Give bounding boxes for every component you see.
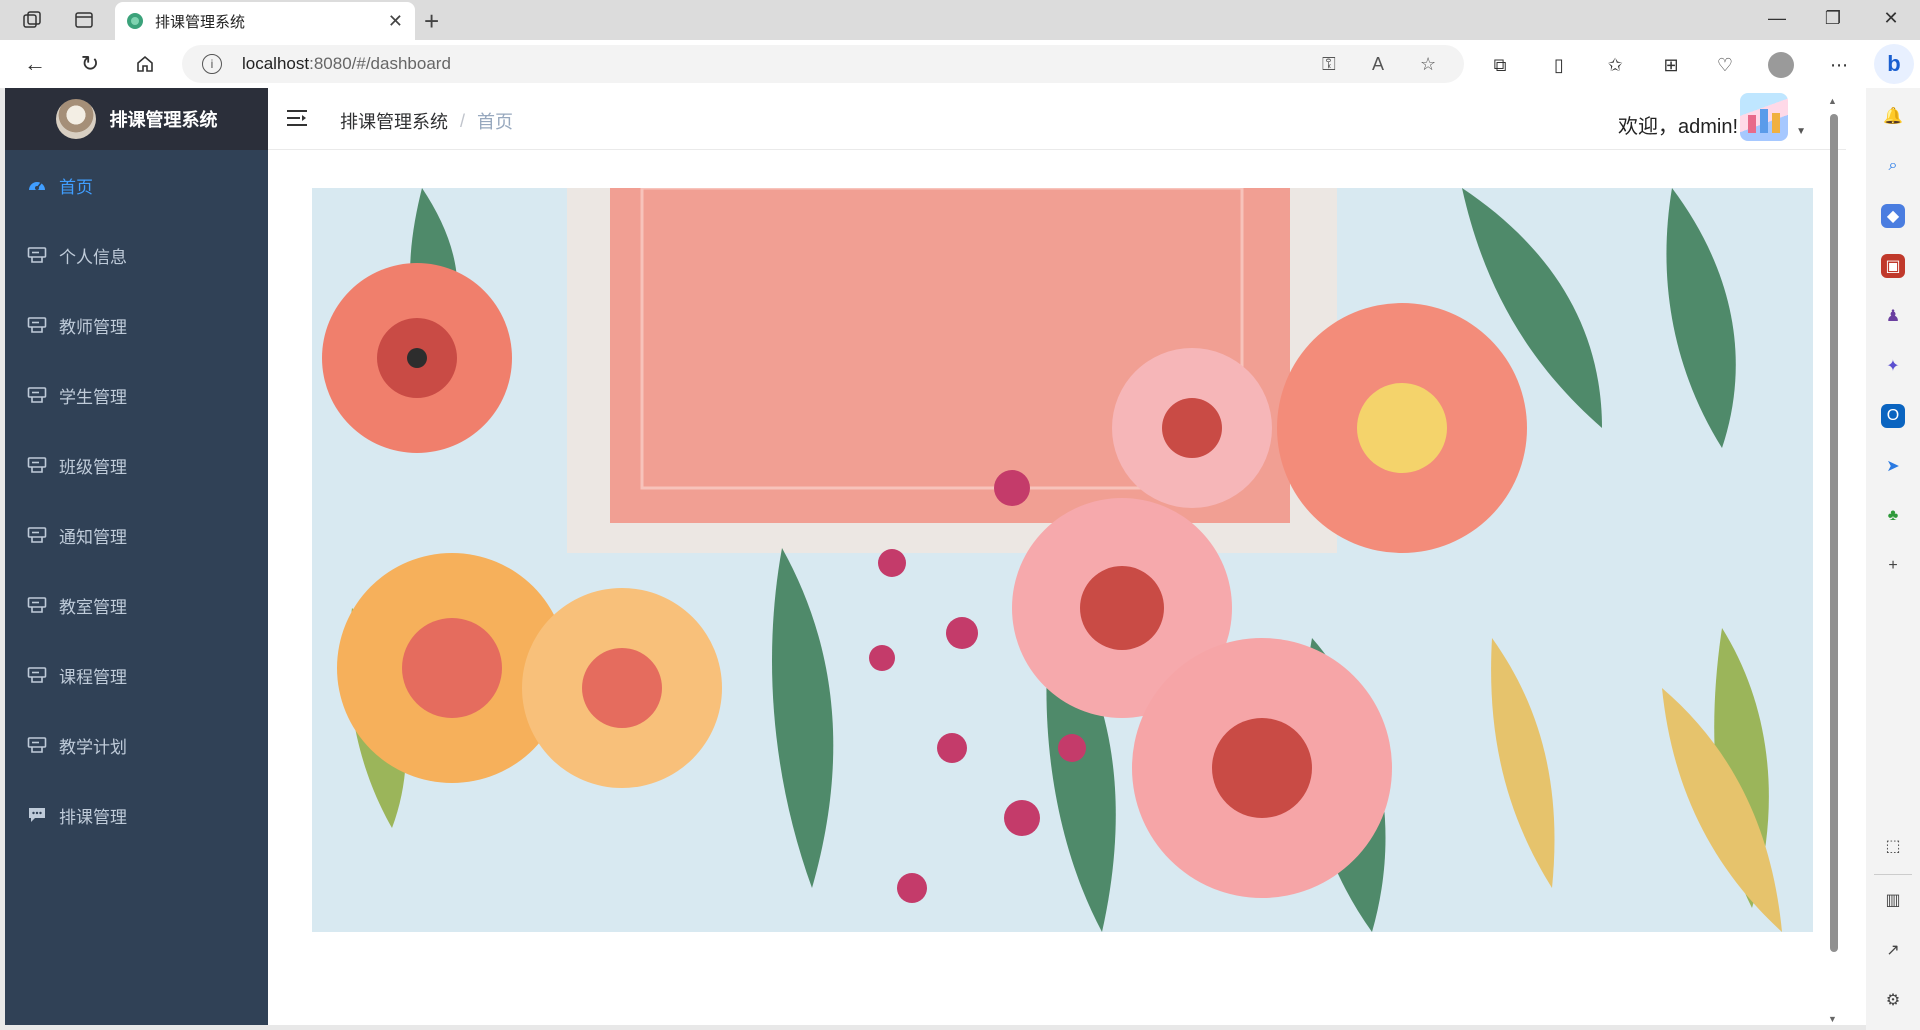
sidebar-item-9[interactable]: 排课管理: [5, 780, 268, 850]
shopping-tag-icon[interactable]: ◆: [1881, 204, 1905, 228]
form-icon: [27, 456, 47, 474]
open-external-icon[interactable]: ↗: [1881, 938, 1905, 962]
more-menu-icon[interactable]: ⋯: [1826, 52, 1852, 78]
tab-title: 排课管理系统: [155, 13, 246, 31]
sidebar-item-3[interactable]: 学生管理: [5, 360, 268, 430]
caret-down-icon[interactable]: ▼: [1796, 126, 1806, 137]
user-avatar[interactable]: [1740, 93, 1788, 141]
tree-icon[interactable]: ♣: [1881, 504, 1905, 528]
extensions-icon[interactable]: ⧉: [1487, 52, 1513, 78]
window-close-icon[interactable]: ✕: [1876, 8, 1906, 29]
breadcrumb-separator: /: [460, 110, 466, 131]
dashboard-banner-image: [312, 188, 1813, 932]
split-screen-icon[interactable]: ▯: [1546, 52, 1572, 78]
minimize-icon[interactable]: —: [1762, 8, 1792, 29]
password-key-icon[interactable]: ⚿: [1322, 54, 1336, 75]
tab-actions-icon[interactable]: [72, 8, 96, 32]
url-path: :8080/#/dashboard: [309, 54, 451, 73]
sidebar-item-label: 个人信息: [59, 247, 127, 267]
breadcrumb: 排课管理系统 / 首页: [340, 108, 513, 134]
form-icon: [27, 526, 47, 544]
sidebar-item-5[interactable]: 通知管理: [5, 500, 268, 570]
form-icon: [27, 666, 47, 684]
sidebar-item-label: 教室管理: [59, 597, 127, 617]
sidebar-item-label: 班级管理: [59, 457, 127, 477]
profile-icon[interactable]: [1768, 52, 1794, 78]
url-text: localhost:8080/#/dashboard: [242, 54, 451, 74]
sidebar-item-2[interactable]: 教师管理: [5, 290, 268, 360]
sidebar-item-label: 课程管理: [59, 667, 127, 687]
restore-icon[interactable]: ❐: [1818, 8, 1848, 29]
back-icon[interactable]: ←: [20, 50, 50, 78]
browser-tab-active[interactable]: 排课管理系统 ✕: [115, 2, 415, 40]
sidebar-item-label: 教师管理: [59, 317, 127, 337]
favorites-icon[interactable]: ✩: [1602, 52, 1628, 78]
collections-icon[interactable]: ⊞: [1658, 52, 1684, 78]
breadcrumb-current: 首页: [477, 112, 514, 132]
site-info-icon[interactable]: i: [202, 54, 222, 74]
tab-close-icon[interactable]: ✕: [388, 11, 403, 32]
sidebar-item-label: 排课管理: [59, 807, 127, 827]
dashboard-icon: [27, 176, 47, 194]
app-container: 排课管理系统 首页个人信息教师管理学生管理班级管理通知管理教室管理课程管理教学计…: [5, 88, 1866, 1025]
send-plane-icon[interactable]: ➤: [1881, 454, 1905, 478]
scroll-down-icon[interactable]: ▼: [1828, 1014, 1837, 1024]
logo-title: 排课管理系统: [109, 110, 218, 130]
copilot-app-icon[interactable]: ✦: [1881, 354, 1905, 378]
new-tab-icon[interactable]: +: [424, 6, 439, 37]
copilot-icon[interactable]: b: [1874, 44, 1914, 84]
browser-essentials-icon[interactable]: ♡: [1712, 52, 1738, 78]
edge-side-panel: 🔔 ⌕ ◆ ▣ ♟ ✦ O ➤ ♣ + ⬚ ▥ ↗ ⚙: [1866, 88, 1920, 1030]
sidebar-item-label: 教学计划: [59, 737, 127, 757]
sidebar-menu: 首页个人信息教师管理学生管理班级管理通知管理教室管理课程管理教学计划排课管理: [5, 150, 268, 850]
logo-image: [55, 99, 96, 139]
sidebar-item-4[interactable]: 班级管理: [5, 430, 268, 500]
sidebar-toggle-icon[interactable]: ▥: [1881, 888, 1905, 912]
sidebar-item-label: 首页: [59, 177, 93, 197]
sidebar-item-label: 学生管理: [59, 387, 127, 407]
add-icon[interactable]: +: [1881, 554, 1905, 578]
breadcrumb-root[interactable]: 排课管理系统: [340, 108, 448, 134]
main-content: 排课管理系统 / 首页 欢迎，admin! ▼ ▲ ▼: [268, 88, 1846, 1025]
address-bar[interactable]: i localhost:8080/#/dashboard ⚿ A ☆: [182, 45, 1464, 83]
sidebar-item-label: 通知管理: [59, 527, 127, 547]
form-icon: [27, 736, 47, 754]
message-icon: [27, 806, 47, 824]
form-icon: [27, 596, 47, 614]
sidebar-logo[interactable]: 排课管理系统: [5, 88, 268, 150]
form-icon: [27, 246, 47, 264]
tools-briefcase-icon[interactable]: ▣: [1881, 254, 1905, 278]
games-icon[interactable]: ♟: [1881, 304, 1905, 328]
settings-gear-icon[interactable]: ⚙: [1881, 988, 1905, 1012]
browser-toolbar: ← ↻ i localhost:8080/#/dashboard ⚿ A ☆ ⧉…: [0, 40, 1920, 88]
url-host: localhost: [242, 54, 310, 73]
favorite-star-icon[interactable]: ☆: [1420, 54, 1436, 75]
notification-bell-icon[interactable]: 🔔: [1881, 104, 1905, 128]
sidebar-item-8[interactable]: 教学计划: [5, 710, 268, 780]
outlook-icon[interactable]: O: [1881, 404, 1905, 428]
search-icon[interactable]: ⌕: [1881, 154, 1905, 178]
sidebar: 排课管理系统 首页个人信息教师管理学生管理班级管理通知管理教室管理课程管理教学计…: [5, 88, 268, 1025]
sidebar-item-6[interactable]: 教室管理: [5, 570, 268, 640]
form-icon: [27, 316, 47, 334]
form-icon: [27, 386, 47, 404]
welcome-text: 欢迎，admin!: [1617, 116, 1738, 138]
app-favicon-icon: [127, 13, 143, 29]
side-panel-divider: [1874, 874, 1912, 875]
screenshot-icon[interactable]: ⬚: [1881, 834, 1905, 858]
scroll-up-icon[interactable]: ▲: [1828, 96, 1837, 106]
scrollbar-thumb[interactable]: [1830, 114, 1838, 952]
read-aloud-icon[interactable]: A: [1372, 54, 1384, 75]
sidebar-item-7[interactable]: 课程管理: [5, 640, 268, 710]
refresh-icon[interactable]: ↻: [75, 50, 105, 78]
sidebar-item-0[interactable]: 首页: [5, 150, 268, 220]
hamburger-menu-icon[interactable]: [286, 108, 308, 128]
vertical-scrollbar[interactable]: ▲ ▼: [1828, 96, 1838, 1024]
sidebar-item-1[interactable]: 个人信息: [5, 220, 268, 290]
top-navbar: 排课管理系统 / 首页 欢迎，admin! ▼: [268, 88, 1846, 150]
home-icon[interactable]: [130, 50, 160, 78]
browser-tab-strip: 排课管理系统 ✕ + — ❐ ✕: [0, 0, 1920, 40]
workspaces-icon[interactable]: [20, 8, 44, 32]
